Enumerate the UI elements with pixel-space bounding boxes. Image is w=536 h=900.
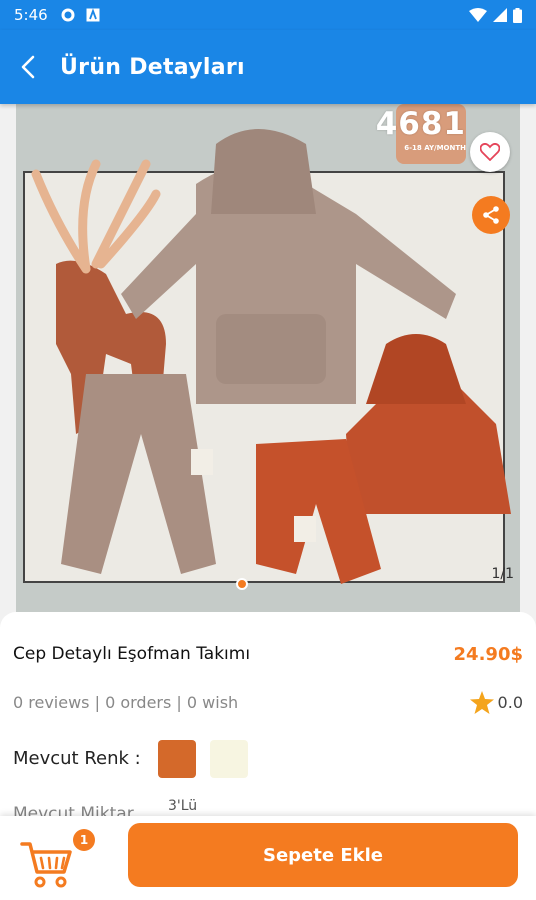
quantity-value[interactable]: 3'Lü (168, 798, 197, 814)
share-button[interactable] (472, 196, 510, 234)
back-arrow-icon (21, 55, 35, 79)
notification-a-icon (86, 8, 100, 22)
share-icon (483, 206, 499, 224)
shopping-cart-icon (20, 842, 72, 888)
color-swatch-orange[interactable] (158, 740, 196, 778)
gallery-page-indicator (236, 578, 248, 590)
color-swatch-cream[interactable] (210, 740, 248, 778)
product-name: Cep Detaylı Eşofman Takımı (13, 644, 251, 664)
heart-icon (480, 143, 500, 161)
brand-number: 4681 (375, 106, 466, 142)
cart-count-badge: 1 (73, 829, 95, 851)
product-price: 24.90$ (453, 644, 523, 665)
product-image-gallery[interactable]: 4681 6-18 AY/MONTH 1/1 (16, 104, 520, 612)
brand-subtitle: 6-18 AY/MONTH (404, 144, 466, 152)
color-label: Mevcut Renk : (13, 748, 141, 769)
status-bar: 5:46 (0, 0, 536, 30)
product-photo (16, 104, 520, 612)
signal-icon (493, 8, 507, 22)
image-counter: 1/1 (491, 566, 514, 582)
settings-icon (61, 8, 75, 22)
product-stats: 0 reviews | 0 orders | 0 wish (13, 693, 239, 712)
back-button[interactable] (0, 30, 56, 104)
app-bar: Ürün Detayları (0, 30, 536, 104)
add-to-cart-button[interactable]: Sepete Ekle (128, 823, 518, 887)
bottom-action-bar: 1 Sepete Ekle (0, 816, 536, 900)
favorite-button[interactable] (470, 132, 510, 172)
battery-icon (513, 7, 522, 23)
rating-value: 0.0 (497, 693, 523, 712)
status-time: 5:46 (14, 6, 48, 24)
page-title: Ürün Detayları (60, 54, 245, 80)
product-details: Cep Detaylı Eşofman Takımı 24.90$ 0 revi… (0, 612, 536, 820)
wifi-icon (469, 8, 487, 22)
product-rating: 0.0 (469, 691, 523, 714)
star-icon (469, 691, 494, 714)
